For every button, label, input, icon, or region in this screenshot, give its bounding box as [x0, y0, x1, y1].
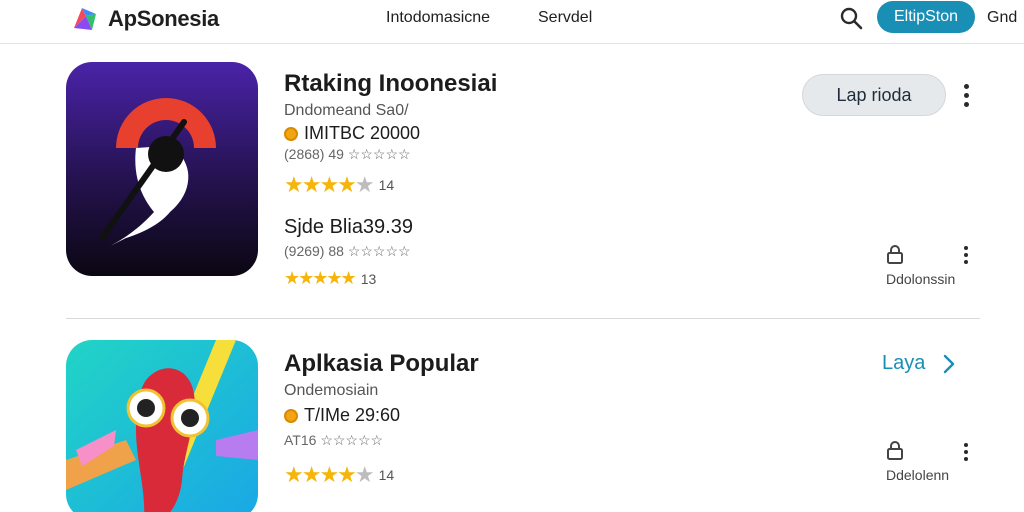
lock-icon[interactable] — [886, 440, 904, 460]
rating-summary: AT16 ☆☆☆☆☆ — [284, 432, 383, 449]
brand-name: ApSonesia — [108, 6, 219, 31]
price-text: IMITBC 20000 — [304, 123, 421, 143]
kebab-icon[interactable] — [962, 84, 970, 107]
download-label[interactable]: Ddolonssin — [886, 271, 955, 287]
rating-count: 14 — [378, 467, 395, 483]
star-rating: ★★★★★ 13 — [284, 268, 376, 289]
see-more-label: Laya — [882, 352, 926, 374]
app-title[interactable]: Rtaking Inoonesiai — [284, 70, 497, 98]
app-icon-rating[interactable] — [66, 62, 258, 276]
rating-summary-text: (9269) 88 ☆☆☆☆☆ — [284, 243, 411, 259]
brand-logo-icon — [74, 8, 96, 30]
lock-icon[interactable] — [886, 244, 904, 264]
rating-summary-text: AT16 ☆☆☆☆☆ — [284, 432, 384, 448]
install-button[interactable]: Lap rioda — [802, 74, 946, 116]
star-icon: ★★★★★ — [284, 462, 375, 487]
download-label[interactable]: Ddelolenn — [886, 467, 949, 483]
divider — [66, 318, 980, 319]
app-developer: Ondemosiain — [284, 382, 379, 399]
search-icon[interactable] — [838, 5, 864, 31]
app-title[interactable]: Aplkasia Popular — [284, 350, 479, 378]
rating-summary: (9269) 88 ☆☆☆☆☆ — [284, 243, 411, 260]
app-icon-art — [66, 340, 258, 512]
kebab-icon[interactable] — [962, 443, 970, 461]
rating-summary-text: (2868) 49 ☆☆☆☆☆ — [284, 146, 411, 162]
see-more-link[interactable]: Laya — [882, 352, 955, 375]
app-developer: Dndomeand Sa0/ — [284, 102, 409, 119]
coin-icon — [284, 126, 298, 141]
star-rating: ★★★★★ 14 — [284, 462, 394, 488]
star-icon: ★★★★★ — [284, 268, 357, 288]
app-price: T/IMe 29:60 — [284, 405, 400, 426]
top-bar: ApSonesia Intodomasicne Servdel EltipSto… — [0, 0, 1024, 44]
chevron-right-icon — [944, 354, 955, 373]
star-icon: ★★★★★ — [284, 172, 375, 197]
app-icon-art — [66, 62, 258, 276]
rating-summary: (2868) 49 ☆☆☆☆☆ — [284, 146, 411, 163]
signin-button[interactable]: EltipSton — [877, 1, 975, 33]
rating-count: 14 — [378, 177, 395, 193]
kebab-icon[interactable] — [962, 246, 970, 264]
rating-count: 13 — [360, 270, 377, 287]
overflow-link[interactable]: Gnd — [987, 9, 1017, 27]
nav-link-categories[interactable]: Intodomasicne — [386, 9, 490, 27]
nav-link-services[interactable]: Servdel — [538, 9, 592, 27]
star-rating: ★★★★★ 14 — [284, 172, 394, 198]
brand[interactable]: ApSonesia — [70, 4, 219, 34]
app-title[interactable]: Sjde Blia39.39 — [284, 216, 413, 239]
price-text: T/IMe 29:60 — [304, 405, 401, 425]
app-price: IMITBC 20000 — [284, 123, 420, 144]
app-icon-popular[interactable] — [66, 340, 258, 512]
coin-icon — [284, 408, 298, 423]
